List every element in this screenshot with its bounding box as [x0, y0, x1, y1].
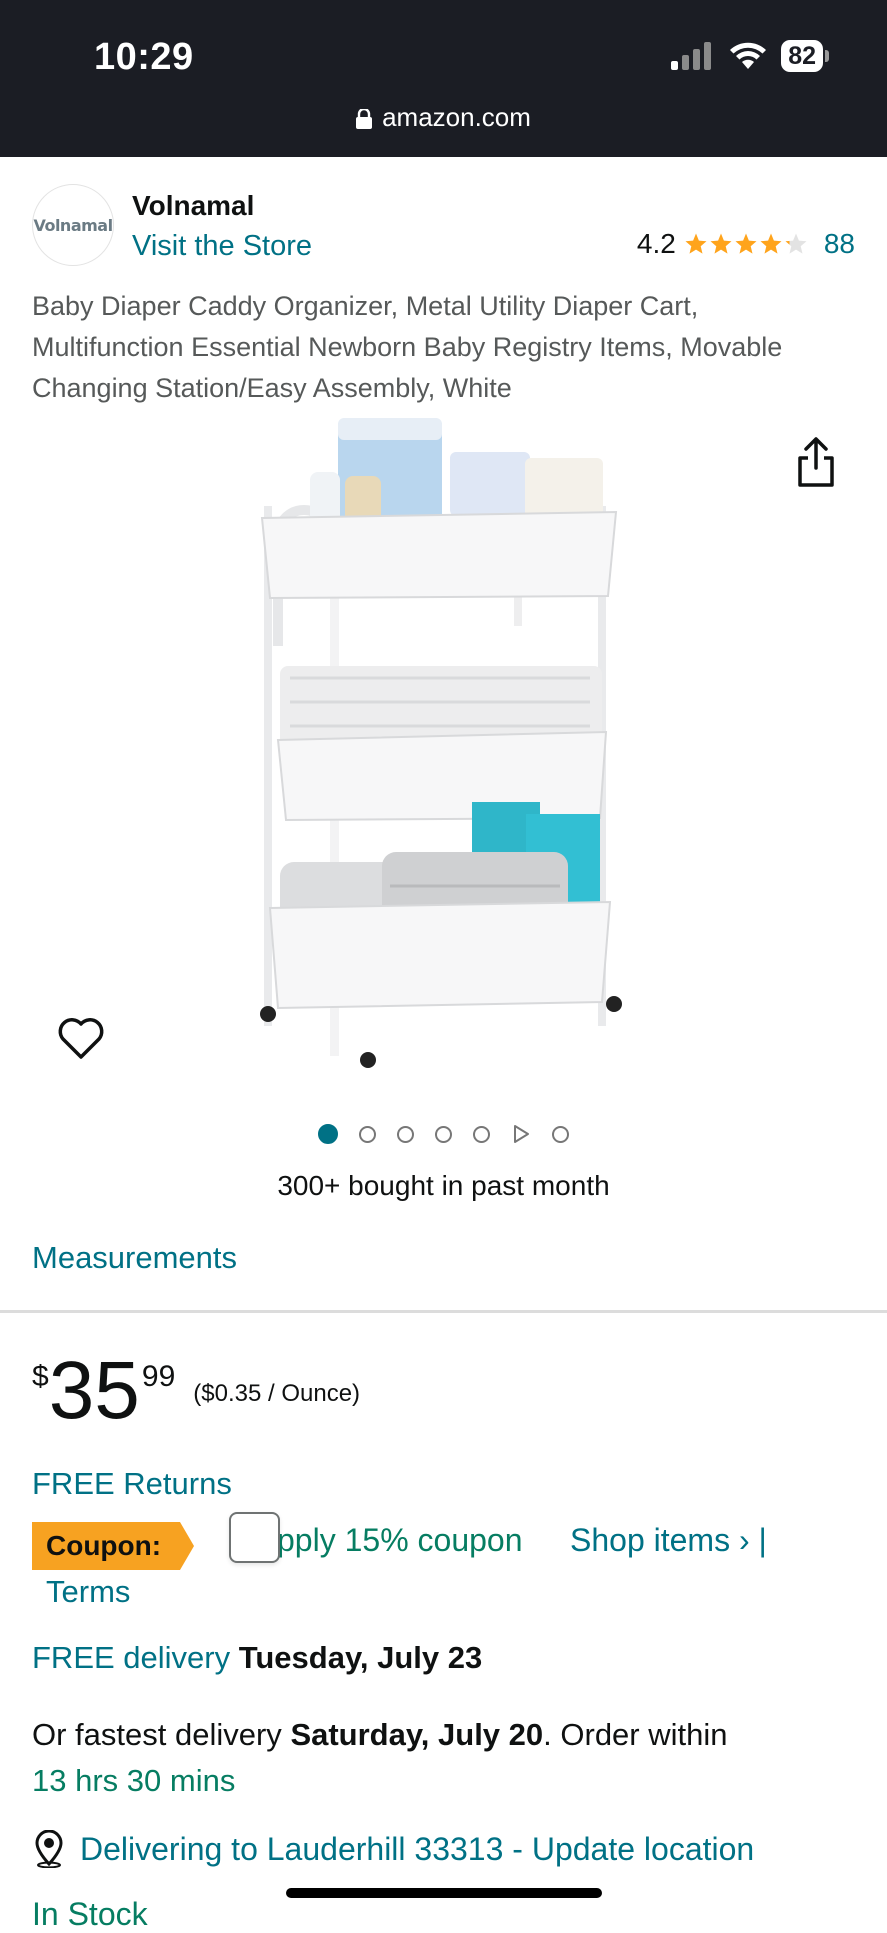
order-countdown: 13 hrs 30 mins: [32, 1763, 236, 1798]
free-returns-link[interactable]: FREE Returns: [32, 1466, 232, 1502]
shop-items-link[interactable]: Shop items › |: [570, 1522, 767, 1559]
star-icon: [785, 233, 807, 254]
product-image[interactable]: [250, 416, 640, 1076]
price-fraction: 99: [141, 1360, 176, 1393]
status-bar: 10:29 82 amazon.com: [0, 0, 887, 157]
free-delivery-link[interactable]: FREE delivery: [32, 1640, 230, 1675]
status-time: 10:29: [94, 36, 194, 78]
price-currency: $: [32, 1360, 49, 1393]
delivery-location-text[interactable]: Delivering to Lauderhill 33313 - Update …: [80, 1831, 754, 1868]
star-icon: [735, 233, 757, 254]
rating-value: 4.2: [636, 228, 676, 259]
wishlist-button[interactable]: [57, 1016, 105, 1065]
visit-store-link[interactable]: Visit the Store: [132, 230, 312, 263]
battery-tip: [825, 50, 829, 62]
status-icons: 82: [671, 40, 829, 72]
heart-icon: [58, 1018, 104, 1059]
fastest-delivery-date: Saturday, July 20: [290, 1717, 544, 1752]
url-text: amazon.com: [382, 102, 531, 132]
carousel-dot[interactable]: [552, 1125, 569, 1143]
section-divider: [0, 1310, 887, 1313]
bought-in-past-month: 300+ bought in past month: [277, 1170, 610, 1201]
home-indicator[interactable]: [286, 1888, 602, 1898]
rating-summary[interactable]: 4.2 88: [637, 228, 855, 260]
fastest-delivery-line: Or fastest delivery Saturday, July 20. O…: [32, 1712, 862, 1804]
price: $ 35 99 ($0.35 / Ounce): [32, 1348, 360, 1434]
star-icon: [710, 233, 732, 254]
stock-status: In Stock: [32, 1896, 148, 1932]
carousel-dot[interactable]: [435, 1125, 452, 1143]
brand-name: Volnamal: [132, 190, 255, 221]
brand-logo[interactable]: Volnamal: [32, 184, 114, 266]
lock-icon: [356, 107, 373, 129]
delivery-location[interactable]: Delivering to Lauderhill 33313 - Update …: [32, 1830, 754, 1868]
carousel-dot[interactable]: [473, 1125, 490, 1143]
unit-price: ($0.35 / Ounce): [193, 1380, 361, 1407]
address-bar[interactable]: amazon.com: [0, 102, 887, 133]
location-pin-icon: [35, 1830, 63, 1868]
coupon-terms-link[interactable]: Terms: [46, 1574, 130, 1610]
product-title: Baby Diaper Caddy Organizer, Metal Utili…: [32, 291, 783, 403]
share-button[interactable]: [794, 436, 838, 493]
free-delivery-date: Tuesday, July 23: [238, 1640, 483, 1675]
order-within-text: . Order within: [543, 1717, 728, 1752]
coupon-checkbox[interactable]: [229, 1512, 280, 1563]
coupon-apply-text[interactable]: pply 15% coupon: [277, 1522, 523, 1559]
battery-indicator: 82: [781, 40, 829, 72]
signal-icon: [671, 42, 712, 70]
carousel-dot[interactable]: [359, 1125, 376, 1143]
fastest-delivery-prefix: Or fastest delivery: [32, 1717, 282, 1752]
free-delivery-line: FREE delivery Tuesday, July 23: [32, 1640, 482, 1676]
battery-level: 82: [781, 40, 823, 72]
wifi-icon: [730, 42, 767, 69]
carousel-dot[interactable]: [318, 1124, 338, 1144]
star-icon: [685, 233, 707, 254]
video-play-icon[interactable]: [511, 1124, 531, 1144]
image-carousel-dots[interactable]: [0, 1124, 887, 1144]
star-rating: [684, 232, 808, 256]
coupon-badge: Coupon:: [32, 1522, 194, 1570]
price-whole: 35: [48, 1345, 140, 1436]
share-icon: [798, 437, 834, 487]
rating-count[interactable]: 88: [824, 228, 855, 260]
star-icon: [760, 233, 782, 254]
measurements-link[interactable]: Measurements: [32, 1240, 237, 1276]
carousel-dot[interactable]: [397, 1125, 414, 1143]
